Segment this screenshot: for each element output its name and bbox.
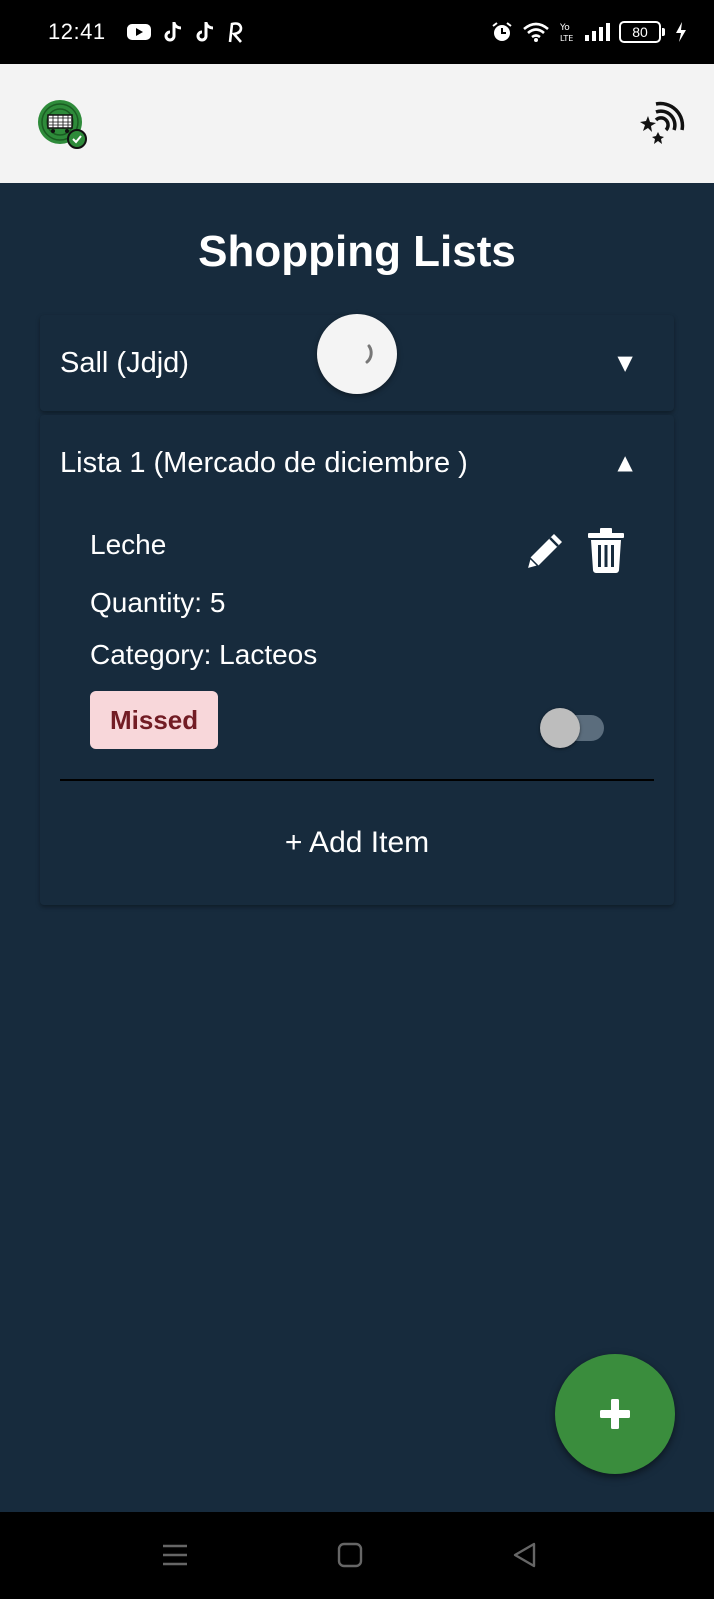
tiktok-icon: [196, 22, 213, 42]
content-area: Shopping Lists Sall (Jdjd) ▼ Lista 1 (Me…: [0, 183, 714, 1512]
app-bar: [0, 64, 714, 183]
tiktok-icon: [164, 22, 181, 42]
list-card: Lista 1 (Mercado de diciembre ) ▲ Leche …: [40, 415, 674, 905]
item-quantity: Quantity: 5: [90, 587, 226, 618]
status-badge: Missed: [90, 691, 219, 749]
list-title: Lista 1 (Mercado de diciembre ): [60, 446, 468, 479]
chevron-up-icon[interactable]: ▲: [612, 448, 638, 479]
status-time: 12:41: [48, 19, 106, 44]
item-name: Leche: [90, 529, 167, 560]
trash-icon[interactable]: [586, 527, 626, 573]
purchased-toggle[interactable]: [540, 707, 604, 748]
back-icon[interactable]: [510, 1540, 540, 1570]
youtube-icon: [126, 24, 151, 40]
shopping-basket-logo-icon[interactable]: [36, 98, 88, 150]
svg-text:LTE: LTE: [560, 34, 573, 43]
item-category: Category: Lacteos: [90, 639, 318, 670]
charging-icon: [676, 22, 686, 42]
wifi-icon: [523, 22, 549, 42]
page-title: Shopping Lists: [198, 227, 516, 276]
volte-icon: Yo LTE: [559, 23, 573, 43]
status-bar: 12:41 Yo LTE 80: [0, 0, 714, 64]
plus-icon: [600, 1399, 630, 1429]
menu-icon[interactable]: [160, 1540, 190, 1570]
item-divider: [60, 779, 654, 781]
svg-text:Yo: Yo: [559, 23, 570, 33]
list-title: Sall (Jdjd): [60, 346, 189, 379]
home-icon[interactable]: [335, 1540, 365, 1570]
alarm-icon: [492, 22, 512, 41]
battery-level: 80: [619, 21, 661, 43]
notification-icons: [126, 20, 246, 44]
chevron-down-icon[interactable]: ▼: [612, 348, 638, 379]
system-nav-bar: [0, 1512, 714, 1599]
r-app-icon: [228, 22, 242, 43]
system-icons: Yo LTE 80: [491, 21, 688, 43]
add-item-button[interactable]: + Add Item: [40, 781, 674, 905]
battery-indicator: 80: [619, 21, 665, 43]
add-list-fab[interactable]: [555, 1354, 675, 1474]
edit-icon[interactable]: [523, 529, 567, 573]
list-header-lista-1[interactable]: Lista 1 (Mercado de diciembre ) ▲: [40, 415, 674, 511]
signal-icon: [585, 23, 610, 41]
list-item: Leche Quantity: 5 Category: Lacteos Miss…: [40, 511, 674, 781]
loading-spinner: [317, 314, 397, 394]
night-mode-icon[interactable]: [636, 96, 690, 150]
